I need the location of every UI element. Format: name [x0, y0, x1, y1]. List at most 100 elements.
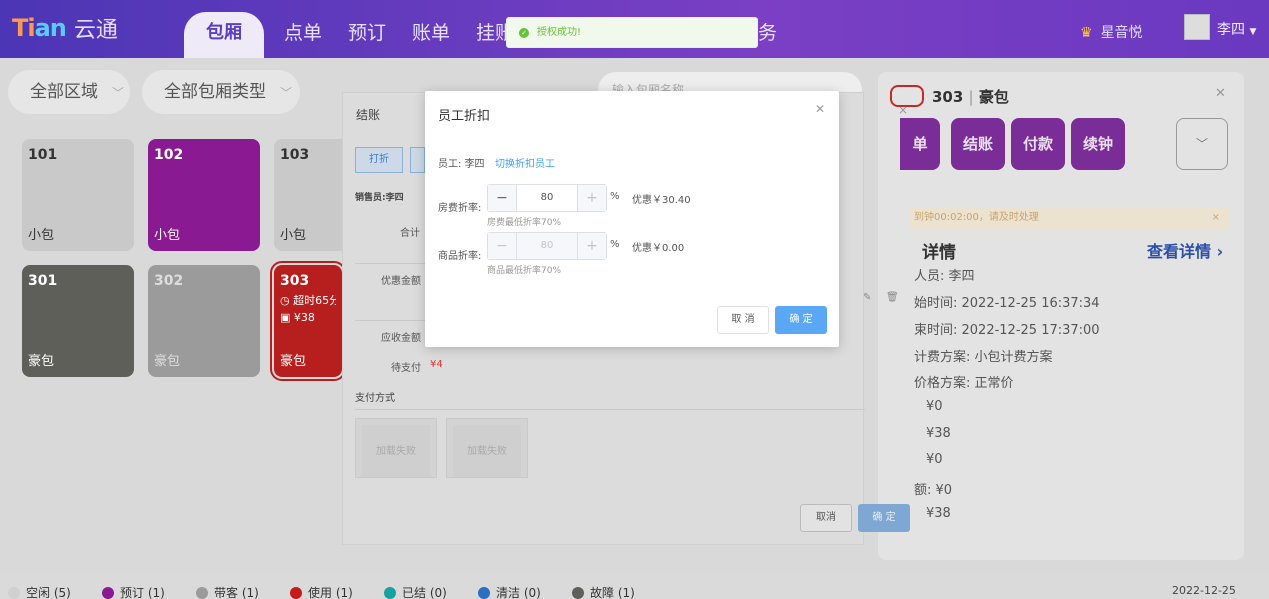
room-card[interactable]: 303 ◷ 超时65分 ▣ ¥38 豪包 — [270, 261, 346, 381]
delete-icon[interactable]: 🗑 — [886, 292, 899, 303]
area-filter[interactable]: 全部区域 ﹀ — [8, 70, 130, 114]
status-dot-icon — [572, 586, 584, 599]
salesperson-label: 销售员:李四 — [355, 193, 404, 203]
modal-cancel-button[interactable]: 取 消 — [717, 306, 769, 334]
room-number: 302 — [154, 273, 184, 289]
legend-item[interactable]: 清洁 (0) — [478, 584, 541, 599]
divider — [355, 320, 425, 321]
toast-message: 授权成功! — [537, 27, 582, 38]
close-icon[interactable]: × — [898, 103, 908, 117]
order-button[interactable]: 单 — [900, 118, 940, 170]
goods-rate-input: 80 — [516, 233, 578, 259]
room-rate-stepper[interactable]: − 80 + — [487, 184, 607, 212]
more-button[interactable]: ﹀ — [1176, 118, 1228, 170]
timeout-warning: 到钟00:02:00，请及时处理 × — [910, 207, 1230, 229]
status-dot-icon — [478, 586, 490, 599]
room-rate-unit: % — [610, 191, 620, 202]
status-dot-icon — [290, 586, 302, 599]
user-menu[interactable]: 李四 ▼ — [1217, 19, 1256, 39]
nav-tab-reserve[interactable]: 预订 — [348, 18, 386, 45]
edit-icon[interactable]: ✎ — [863, 292, 871, 303]
legend-item[interactable]: 空闲 (5) — [8, 584, 71, 599]
room-card[interactable]: 302 豪包 — [148, 265, 260, 377]
minus-icon[interactable]: − — [488, 185, 516, 211]
nav-tab-bill[interactable]: 账单 — [412, 18, 450, 45]
panel-room-type: 豪包 — [978, 88, 1009, 106]
close-icon[interactable]: ✕ — [815, 102, 825, 116]
legend-item[interactable]: 使用 (1) — [290, 584, 353, 599]
legend-label: 使用 (1) — [308, 586, 353, 599]
employee-label: 员工: 李四 — [438, 159, 485, 170]
goods-rate-unit: % — [610, 239, 620, 250]
legend-label: 预订 (1) — [120, 586, 165, 599]
detail-section-title: 详情 — [922, 243, 956, 263]
room-card[interactable]: 102 小包 — [148, 139, 260, 251]
room-rate-label: 房费折率: — [438, 203, 482, 214]
checkout-confirm-button[interactable]: 确 定 — [858, 504, 910, 532]
room-amount: ▣ ¥38 — [280, 311, 315, 324]
checkout-dialog-title: 结账 — [356, 108, 381, 122]
close-icon[interactable]: ✕ — [1215, 86, 1226, 101]
legend-item[interactable]: 预订 (1) — [102, 584, 165, 599]
view-details-link[interactable]: 查看详情 › — [1147, 238, 1223, 262]
pay-method-label: 支付方式 — [355, 393, 395, 404]
success-toast: ✓ 授权成功! — [506, 17, 758, 48]
to-pay-label: 待支付 — [391, 363, 421, 374]
room-type: 豪包 — [154, 354, 181, 369]
status-datetime: 2022-12-25 18:48 — [1172, 584, 1236, 599]
crown-icon: ♛ — [1080, 25, 1093, 41]
store-brand[interactable]: ♛ 星音悦 — [1080, 22, 1143, 42]
checkout-button[interactable]: 结账 — [951, 118, 1005, 170]
image-load-failed: 加载失败 — [362, 425, 430, 477]
legend-item[interactable]: 已结 (0) — [384, 584, 447, 599]
room-number: 303 — [280, 273, 310, 289]
discount-tab[interactable]: 打折 — [355, 147, 403, 173]
receivable-label: 应收金额 — [381, 333, 421, 344]
detail-line: 价格方案: 正常价 — [914, 376, 1014, 391]
tab-button[interactable] — [410, 147, 425, 173]
avatar[interactable] — [1184, 14, 1210, 40]
legend-label: 故障 (1) — [590, 586, 635, 599]
legend-item[interactable]: 故障 (1) — [572, 584, 635, 599]
room-type: 小包 — [28, 228, 55, 243]
panel-room-num: 303 — [932, 88, 964, 106]
pay-button[interactable]: 付款 — [1011, 118, 1065, 170]
bill-icon: ▣ — [280, 311, 294, 324]
room-rate-hint: 房费最低折率70% — [487, 218, 562, 228]
app-logo: Tian 云通 — [12, 14, 118, 43]
plus-icon[interactable]: + — [578, 185, 606, 211]
room-rate-input[interactable]: 80 — [516, 185, 578, 211]
legend-item[interactable]: 带客 (1) — [196, 584, 259, 599]
clock-icon: ◷ — [280, 294, 294, 307]
detail-line: ¥38 — [926, 506, 951, 521]
nav-tab-rooms[interactable]: 包厢 — [184, 12, 264, 58]
detail-line: 人员: 李四 — [914, 269, 975, 284]
modal-title: 员工折扣 — [438, 109, 491, 124]
nav-tab-service[interactable]: 务 — [758, 18, 777, 45]
pay-method-card[interactable]: 加载失败 — [355, 418, 437, 478]
nav-tab-order[interactable]: 点单 — [284, 18, 322, 45]
extend-button[interactable]: 续钟 — [1071, 118, 1125, 170]
room-type-filter[interactable]: 全部包厢类型 ﹀ — [142, 70, 300, 114]
room-card[interactable]: 101 小包 — [22, 139, 134, 251]
detail-line: ¥0 — [926, 399, 943, 414]
room-overtime: ◷ 超时65分 — [280, 294, 336, 307]
image-load-failed: 加载失败 — [453, 425, 521, 477]
modal-confirm-button[interactable]: 确 定 — [775, 306, 827, 334]
detail-line: 额: ¥0 — [914, 483, 953, 498]
status-dot-icon — [384, 586, 396, 599]
room-number: 301 — [28, 273, 58, 289]
legend-label: 已结 (0) — [402, 586, 447, 599]
switch-employee-link[interactable]: 切换折扣员工 — [495, 155, 555, 170]
room-card[interactable]: 301 豪包 — [22, 265, 134, 377]
room-type: 小包 — [280, 228, 307, 243]
app-name: 云通 — [73, 18, 118, 43]
pay-method-card[interactable]: 加载失败 — [446, 418, 528, 478]
close-icon[interactable]: × — [1212, 207, 1220, 229]
legend-label: 空闲 (5) — [26, 586, 71, 599]
checkout-cancel-button[interactable]: 取消 — [800, 504, 852, 532]
plus-icon: + — [578, 233, 606, 259]
room-type: 豪包 — [28, 354, 55, 369]
room-type: 豪包 — [280, 354, 307, 369]
detail-line: ¥0 — [926, 452, 943, 467]
